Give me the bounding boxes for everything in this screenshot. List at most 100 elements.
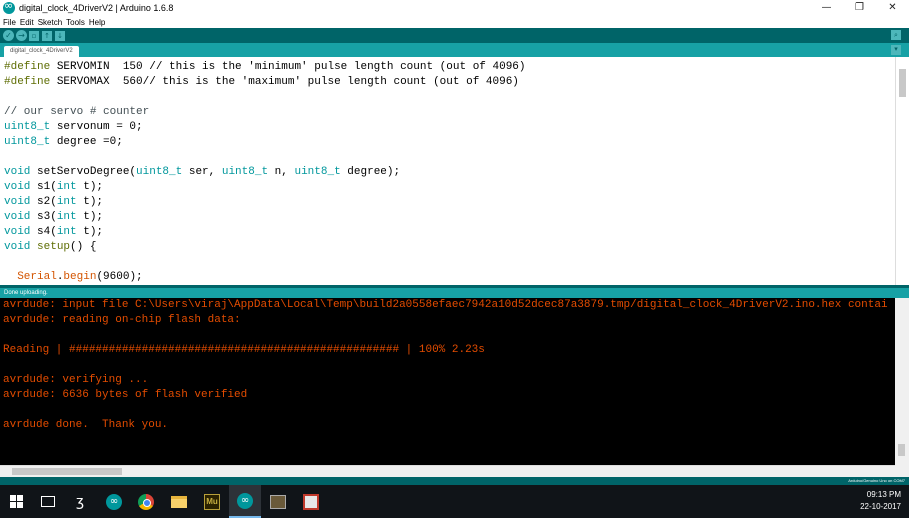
upload-button[interactable]: → (16, 30, 27, 41)
code-line: #define SERVOMIN 150 // this is the 'min… (4, 60, 526, 75)
taskbar-app-red[interactable] (295, 485, 327, 518)
output-console[interactable]: avrdude: input file C:\Users\viraj\AppDa… (0, 298, 895, 465)
menu-file[interactable]: File (3, 18, 16, 27)
code-line: void s3(int t); (4, 210, 103, 225)
maximize-button[interactable]: ❐ (843, 0, 876, 16)
code-token: t); (76, 226, 104, 238)
chevron-down-icon: ▾ (894, 46, 898, 53)
code-line: void setServoDegree(uint8_t ser, uint8_t… (4, 165, 400, 180)
code-token: n, (268, 166, 295, 178)
code-line: void s1(int t); (4, 180, 103, 195)
menu-bar: File Edit Sketch Tools Help (0, 16, 909, 28)
code-line: #define SERVOMAX 560// this is the 'maxi… (4, 75, 519, 90)
code-token: t); (76, 211, 104, 223)
scrollbar-thumb[interactable] (899, 69, 906, 97)
save-button[interactable]: ↓ (55, 30, 65, 41)
code-line: void s2(int t); (4, 195, 103, 210)
scrollbar-corner (895, 465, 909, 477)
code-token: s4( (30, 226, 57, 238)
console-line: avrdude done. Thank you. (3, 419, 169, 431)
code-token: int (56, 226, 77, 238)
status-text: Done uploading. (4, 290, 48, 296)
menu-help[interactable]: Help (89, 18, 105, 27)
code-token: begin (63, 271, 97, 283)
code-token: int (56, 211, 77, 223)
code-token: #define (4, 61, 51, 73)
console-vertical-scrollbar[interactable] (895, 298, 909, 465)
code-token: s3( (30, 211, 57, 223)
open-button[interactable]: ↑ (42, 30, 52, 41)
arduino-icon: ∞ (237, 492, 253, 509)
console-horizontal-scrollbar[interactable] (0, 465, 895, 477)
code-token: #define (4, 76, 51, 88)
verify-button[interactable]: ✓ (3, 30, 14, 41)
code-line: uint8_t servonum = 0; (4, 120, 143, 135)
arduino-icon: ∞ (106, 493, 122, 510)
task-view-icon (41, 496, 55, 507)
code-token: setup (37, 241, 71, 253)
new-button[interactable]: ▫ (29, 30, 39, 41)
taskbar-app-arduino[interactable]: ∞ (98, 485, 130, 518)
taskbar-app-muse[interactable]: Mu (196, 485, 228, 518)
window-controls: — ❐ ✕ (810, 0, 909, 16)
menu-edit[interactable]: Edit (20, 18, 34, 27)
code-token: int (56, 181, 77, 193)
menu-sketch[interactable]: Sketch (38, 18, 62, 27)
start-button[interactable] (0, 485, 32, 518)
code-token: s1( (30, 181, 57, 193)
check-icon: ✓ (5, 31, 12, 40)
toolbar: ✓ → ▫ ↑ ↓ ⌕ (0, 28, 909, 43)
document-icon (303, 493, 319, 510)
code-token: void (4, 196, 31, 208)
console-line: avrdude: input file C:\Users\viraj\AppDa… (3, 299, 888, 311)
code-token: degree); (340, 166, 401, 178)
code-token: s2( (30, 196, 57, 208)
taskbar-app-3d[interactable]: ʒ (64, 485, 96, 518)
taskbar-app-chrome[interactable] (130, 485, 162, 518)
tab-sketch[interactable]: digital_clock_4DriverV2 (4, 46, 79, 57)
code-token: int (56, 196, 77, 208)
taskbar-app-explorer[interactable] (163, 485, 195, 518)
close-button[interactable]: ✕ (876, 0, 909, 16)
scrollbar-thumb[interactable] (12, 468, 122, 475)
code-line: // our servo # counter (4, 105, 149, 120)
tab-menu-button[interactable]: ▾ (891, 45, 901, 55)
code-token: void (4, 166, 31, 178)
arrow-down-icon: ↓ (57, 31, 63, 40)
app-window-icon (270, 494, 286, 509)
taskbar-app-arduino-active[interactable]: ∞ (229, 485, 261, 518)
console-line: avrdude: reading on-chip flash data: (3, 314, 241, 326)
code-editor[interactable]: #define SERVOMIN 150 // this is the 'min… (0, 57, 895, 285)
code-token: void (4, 241, 31, 253)
task-view-button[interactable] (32, 485, 64, 518)
minimize-button[interactable]: — (810, 0, 843, 16)
scrollbar-thumb[interactable] (898, 444, 905, 456)
taskbar-app-window[interactable] (262, 485, 294, 518)
board-info-text: Arduino/Genuino Uno on COM7 (848, 478, 905, 483)
clock-date: 22-10-2017 (860, 502, 901, 511)
code-line: Serial.begin(9600); (4, 270, 143, 285)
code-token: t); (76, 181, 104, 193)
arduino-logo-icon (3, 0, 15, 14)
console-line: Reading | ##############################… (3, 344, 485, 356)
code-token: uint8_t (4, 136, 51, 148)
code-token: t); (76, 196, 104, 208)
code-token: degree =0; (50, 136, 123, 148)
code-token: setServoDegree( (30, 166, 137, 178)
menu-tools[interactable]: Tools (66, 18, 85, 27)
system-clock[interactable]: 09:13 PM 22-10-2017 (860, 489, 901, 513)
editor-vertical-scrollbar[interactable] (895, 57, 909, 285)
window-title: digital_clock_4DriverV2 | Arduino 1.6.8 (19, 3, 174, 13)
code-token: SERVOMIN 150 // this is the 'minimum' pu… (50, 61, 526, 73)
code-token: ser, (182, 166, 222, 178)
console-line: avrdude: 6636 bytes of flash verified (3, 389, 248, 401)
code-token: void (4, 181, 31, 193)
code-token: (9600); (96, 271, 143, 283)
windows-icon (9, 495, 23, 508)
code-token: // our servo # counter (4, 106, 150, 118)
code-token: void (4, 211, 31, 223)
folder-icon (171, 495, 187, 508)
muse-icon: Mu (204, 493, 220, 510)
code-line: void s4(int t); (4, 225, 103, 240)
serial-monitor-button[interactable]: ⌕ (891, 30, 901, 40)
